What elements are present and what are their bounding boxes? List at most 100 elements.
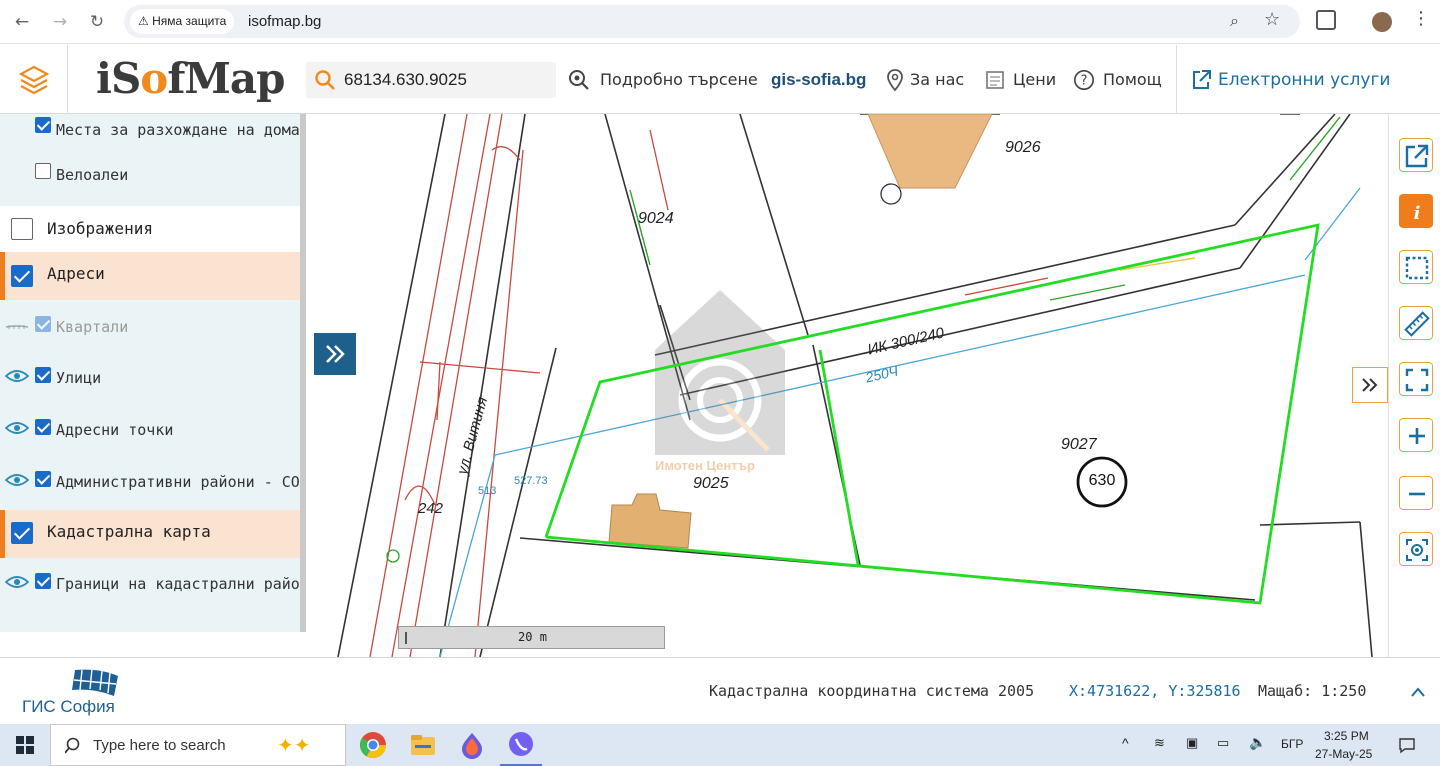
layer-checkbox[interactable] xyxy=(35,367,51,383)
plus-icon xyxy=(1409,428,1425,444)
layer-row[interactable]: Квартали xyxy=(0,300,300,352)
about-link[interactable]: За нас xyxy=(910,68,964,92)
browser-app-icon[interactable] xyxy=(457,730,487,760)
isofmap-logo[interactable]: iSofMap xyxy=(96,53,285,105)
advanced-search-icon xyxy=(569,70,589,90)
layer-checkbox[interactable] xyxy=(35,573,51,589)
wifi-icon[interactable]: ≋ xyxy=(1154,735,1165,751)
file-explorer-icon[interactable] xyxy=(408,730,438,760)
share-button[interactable] xyxy=(1399,138,1433,172)
help-link[interactable]: Помощ xyxy=(1103,68,1162,92)
layer-checkbox[interactable] xyxy=(35,419,51,435)
input-language[interactable]: БГР xyxy=(1281,737,1303,751)
viber-icon[interactable] xyxy=(506,730,536,760)
header-divider xyxy=(1176,45,1177,114)
address-bar[interactable]: ⚠ Няма защита isofmap.bg ⌕ ☆ xyxy=(124,5,1300,38)
windows-start-icon[interactable] xyxy=(16,736,34,754)
volume-icon[interactable]: 🔈 xyxy=(1249,734,1266,751)
external-link-icon xyxy=(1405,144,1429,168)
prices-link[interactable]: Цени xyxy=(1013,68,1056,92)
layer-checkbox[interactable] xyxy=(35,117,51,133)
taskbar-search[interactable]: Type here to search ✦✦ xyxy=(50,724,346,766)
svg-text:i: i xyxy=(1414,203,1421,224)
layer-group-checkbox[interactable] xyxy=(11,522,33,544)
status-footer: ГИС София Кадастрална координатна систем… xyxy=(0,657,1440,724)
layer-row[interactable]: Улици xyxy=(0,352,300,404)
chevron-up-icon[interactable] xyxy=(1410,686,1426,698)
zoom-out-button[interactable] xyxy=(1399,476,1433,510)
gis-sofia-brand[interactable]: ГИС София xyxy=(22,697,115,717)
search-input[interactable] xyxy=(344,68,549,92)
layer-row[interactable]: Места за разхождане на домаш xyxy=(0,114,306,160)
property-number[interactable]: 630 xyxy=(1086,472,1118,490)
eye-icon[interactable] xyxy=(5,420,29,436)
chrome-icon[interactable] xyxy=(358,730,388,760)
cadastral-map xyxy=(337,114,1373,657)
layers-toggle-button[interactable] xyxy=(0,45,68,114)
expand-panel-button[interactable] xyxy=(314,333,356,375)
parcel-label: 9026 xyxy=(1005,139,1041,156)
advanced-search-link[interactable]: Подробно търсене xyxy=(600,68,758,92)
ruler-icon xyxy=(1404,311,1430,337)
security-chip[interactable]: ⚠ Няма защита xyxy=(130,9,235,34)
layer-label: Граници на кадастрални район xyxy=(56,575,306,593)
forward-icon[interactable]: → xyxy=(48,10,72,34)
measure-button[interactable] xyxy=(1399,306,1433,340)
gis-sofia-logo-icon xyxy=(72,668,118,696)
select-area-button[interactable] xyxy=(1399,250,1433,284)
double-chevron-right-icon xyxy=(1362,378,1378,392)
layer-group-row[interactable]: Изображения xyxy=(0,206,300,252)
extensions-icon[interactable] xyxy=(1316,10,1336,30)
layer-panel: Места за разхождане на домаш Велоалеи Из… xyxy=(0,114,306,632)
double-chevron-right-icon xyxy=(326,345,345,363)
layer-visibility-icon[interactable] xyxy=(5,319,29,335)
zoom-icon[interactable]: ⌕ xyxy=(1230,11,1239,31)
layer-label: Квартали xyxy=(56,318,129,336)
tray-overflow-icon[interactable]: ^ xyxy=(1122,735,1129,751)
layer-row[interactable]: Административни райони - СО xyxy=(0,456,300,510)
scale-bar: 20 m xyxy=(398,626,665,649)
layer-row[interactable]: Адресни точки xyxy=(0,404,300,456)
eservices-link[interactable]: Електронни услуги xyxy=(1218,68,1390,92)
url-text[interactable]: isofmap.bg xyxy=(248,13,321,30)
cursor-coordinates: X:4731622, Y:325816 xyxy=(1069,682,1241,700)
reload-icon[interactable]: ↻ xyxy=(85,10,109,34)
eye-icon[interactable] xyxy=(5,472,29,488)
price-list-icon xyxy=(986,71,1004,89)
meet-now-icon[interactable]: ▣ xyxy=(1186,735,1198,751)
layer-row[interactable]: Граници на кадастрални район xyxy=(0,558,306,610)
layer-checkbox[interactable] xyxy=(35,163,51,179)
notifications-icon[interactable] xyxy=(1398,736,1416,754)
full-extent-button[interactable] xyxy=(1399,362,1433,396)
browser-toolbar: ← → ↻ ⚠ Няма защита isofmap.bg ⌕ ☆ ⋮ xyxy=(0,0,1440,44)
battery-icon[interactable]: ▭ xyxy=(1217,735,1229,751)
info-button[interactable]: i xyxy=(1399,194,1433,228)
collapse-right-panel-button[interactable] xyxy=(1352,367,1388,403)
layer-checkbox[interactable] xyxy=(35,316,51,332)
gis-sofia-link[interactable]: gis-sofia.bg xyxy=(771,68,866,92)
layer-group-checkbox[interactable] xyxy=(11,265,33,287)
zoom-in-button[interactable] xyxy=(1399,418,1433,452)
clock-time[interactable]: 3:25 PM xyxy=(1324,729,1369,743)
clock-date[interactable]: 27-May-25 xyxy=(1315,747,1372,761)
layer-row[interactable]: Велоалеи xyxy=(0,160,300,206)
point-label: 513 xyxy=(478,485,497,497)
search-box[interactable] xyxy=(306,62,556,98)
info-icon: i xyxy=(1414,203,1421,224)
layer-group-row[interactable]: Кадастрална карта xyxy=(0,510,300,558)
profile-avatar[interactable] xyxy=(1372,12,1392,32)
layer-group-row[interactable]: Адреси xyxy=(0,252,300,300)
back-icon[interactable]: ← xyxy=(10,10,34,34)
locate-button[interactable] xyxy=(1399,532,1433,566)
map-canvas[interactable]: 9026 9024 9025 9027 242 630 ул. Витиня И… xyxy=(306,114,1388,657)
crs-label: Кадастрална координатна система 2005 xyxy=(709,682,1035,700)
fullscreen-icon xyxy=(1405,368,1429,392)
eye-icon[interactable] xyxy=(5,574,29,590)
eye-icon[interactable] xyxy=(5,368,29,384)
map-toolbar: i xyxy=(1388,114,1440,657)
browser-menu-icon[interactable]: ⋮ xyxy=(1412,8,1430,29)
bookmark-star-icon[interactable]: ☆ xyxy=(1264,9,1280,30)
layer-checkbox[interactable] xyxy=(35,471,51,487)
layer-group-checkbox[interactable] xyxy=(11,218,33,240)
windows-taskbar: Type here to search ✦✦ ^ ≋ ▣ ▭ 🔈 БГР 3:2… xyxy=(0,724,1440,766)
